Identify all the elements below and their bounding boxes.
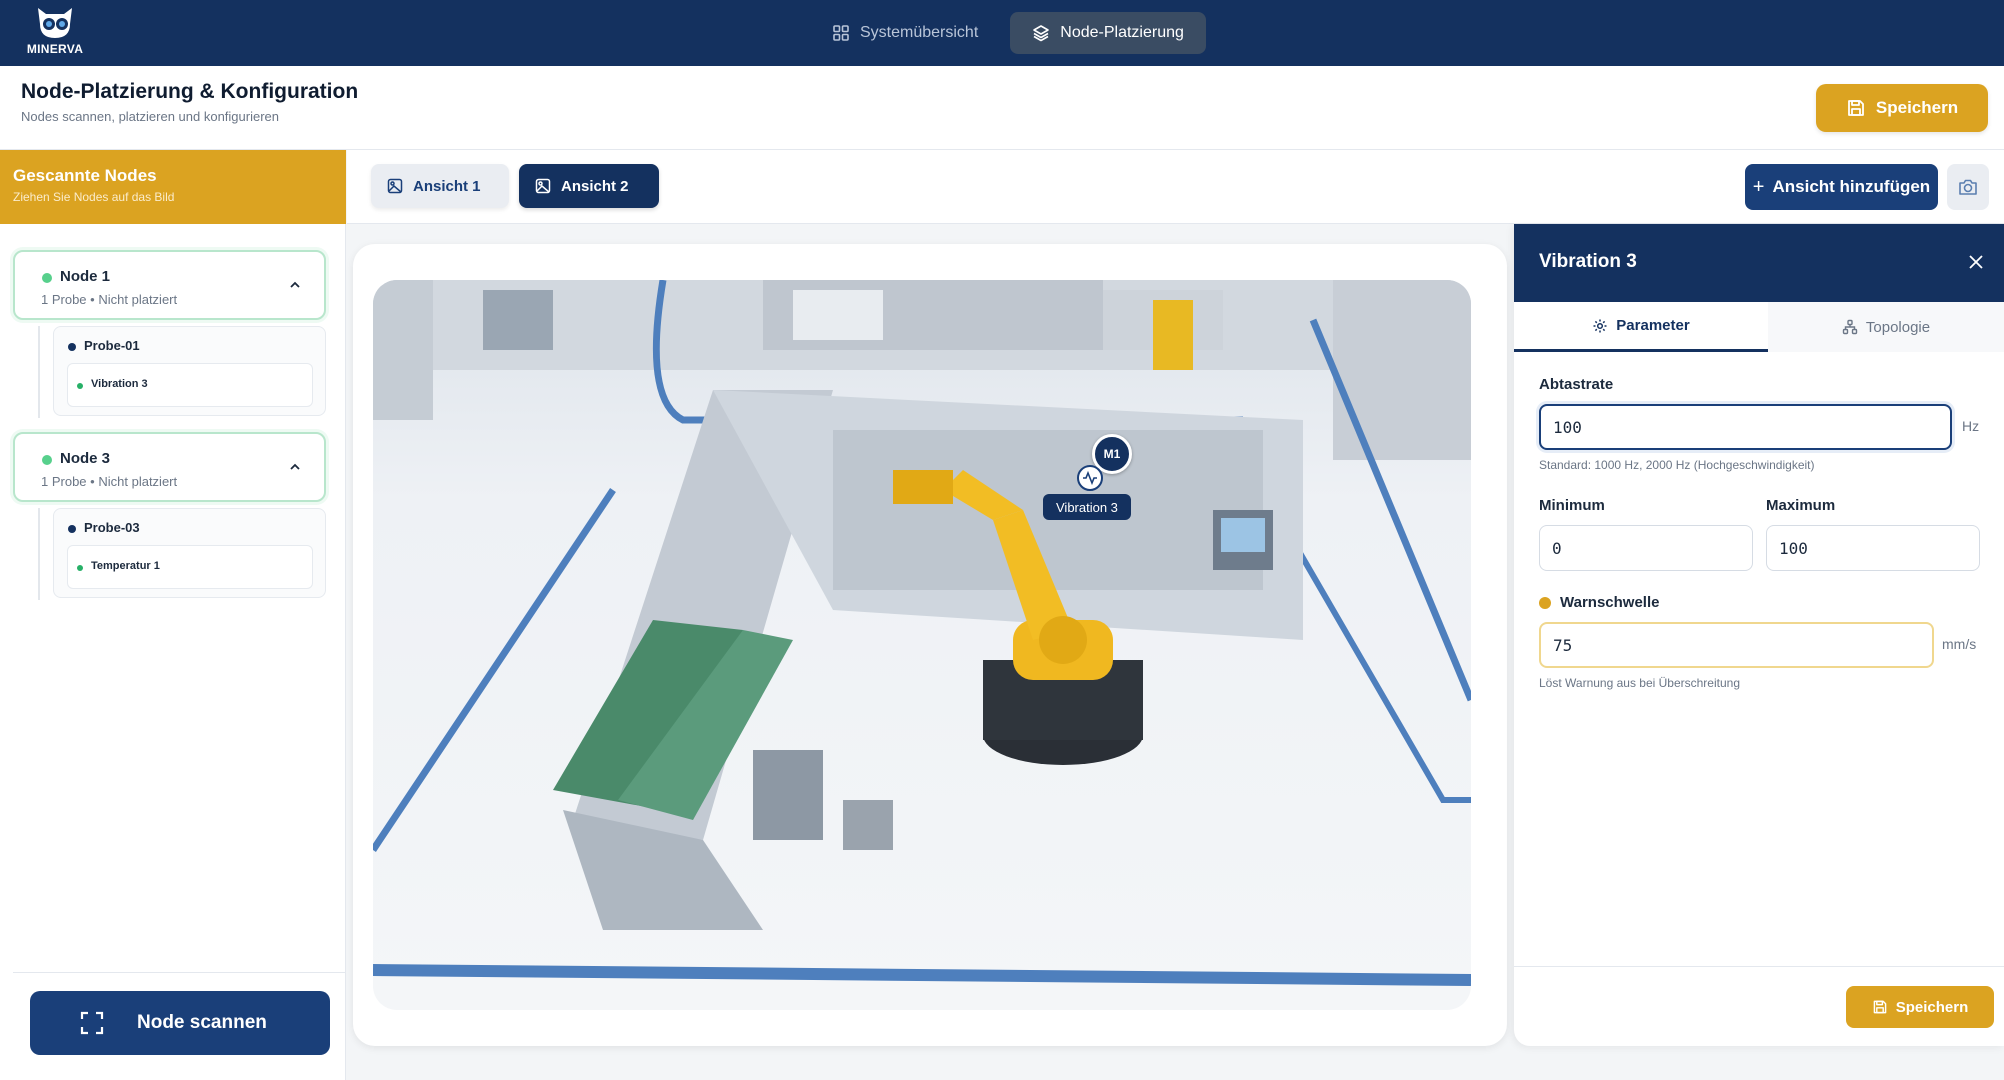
tab-label: Topologie [1865,318,1931,336]
plus-icon: + [1752,175,1765,198]
add-view-label: Ansicht hinzufügen [1772,177,1931,196]
node-meta: 1 Probe • Nicht platziert [41,292,178,307]
sensor-name: Vibration 3 [91,378,148,390]
sensor-chip[interactable]: Temperatur 1 [67,545,313,589]
sensor-name: Temperatur 1 [91,560,160,572]
view-tab-1[interactable]: Ansicht 1 [371,164,509,208]
save-button[interactable]: Speichern [1816,84,1988,132]
network-icon [1842,319,1858,335]
minimum-label: Minimum [1539,497,1605,514]
image-icon [387,178,403,194]
page-subtitle: Nodes scannen, platzieren und konfigurie… [21,109,280,124]
warning-threshold-unit: mm/s [1942,636,1977,652]
panel-save-button[interactable]: Speichern [1846,986,1994,1028]
tree-connector [38,508,40,600]
layers-icon [1033,25,1050,42]
sensor-dot [77,565,83,571]
scan-node-label: Node scannen [137,1012,267,1033]
sample-rate-label: Abtastrate [1539,376,1614,393]
gear-icon [1593,319,1607,332]
tree-connector [38,326,40,418]
panel-title: Vibration 3 [1539,251,1637,272]
sample-rate-unit: Hz [1962,418,1980,434]
scanned-nodes-sidebar: Gescannte Nodes Ziehen Sie Nodes auf das… [0,150,346,1080]
nav-tab-label: Node-Platzierung [1060,24,1184,41]
chevron-up-icon[interactable] [288,460,302,474]
view-tab-2[interactable]: Ansicht 2 [519,164,659,208]
node-meta: 1 Probe • Nicht platziert [41,474,178,489]
divider [13,972,346,973]
sample-rate-hint: Standard: 1000 Hz, 2000 Hz (Hochgeschwin… [1539,458,1815,472]
chevron-up-icon[interactable] [288,278,302,292]
tab-parameter[interactable]: Parameter [1514,302,1768,352]
brand-logo[interactable]: MINERVA [22,4,88,60]
top-navbar: MINERVA Systemübersicht Node-Platzierung [0,0,2004,66]
sensor-dot [77,383,83,389]
panel-header: Vibration 3 [1514,224,2004,302]
node-status-dot [42,273,52,283]
minimum-input[interactable]: 0 [1539,525,1753,571]
close-icon[interactable] [1966,252,1986,272]
sensor-config-panel: Vibration 3 Parameter Topologie Abtastra… [1514,224,2004,1046]
scan-node-button[interactable]: Node scannen [30,991,330,1055]
warning-dot [1539,597,1551,609]
nav-tab-system-overview[interactable]: Systemübersicht [810,12,1000,54]
probe-name: Probe-01 [84,338,140,353]
save-icon [1847,100,1864,116]
image-icon [535,178,551,194]
sidebar-subtitle: Ziehen Sie Nodes auf das Bild [13,190,175,204]
divider [1514,966,2004,967]
add-view-button[interactable]: + Ansicht hinzufügen [1745,164,1938,210]
view-tabs-bar: Ansicht 1 Ansicht 2 + Ansicht hinzufügen [347,150,2004,224]
maximum-label: Maximum [1766,497,1836,514]
tab-label: Parameter [1616,317,1690,334]
warning-threshold-input[interactable]: 75 [1539,622,1934,668]
probe-name: Probe-03 [84,520,140,535]
camera-button[interactable] [1947,164,1989,210]
save-icon [1873,1000,1887,1014]
panel-tabs: Parameter Topologie [1514,302,2004,352]
node-status-dot [42,455,52,465]
sample-rate-input[interactable]: 100 [1539,404,1952,450]
warning-threshold-hint: Löst Warnung aus bei Überschreitung [1539,676,1740,690]
tab-topology[interactable]: Topologie [1768,302,2004,352]
owl-logo-icon [38,8,72,38]
probe-dot [68,343,76,351]
panel-save-label: Speichern [1895,998,1969,1016]
nav-tab-label: Systemübersicht [860,24,979,41]
page-title: Node-Platzierung & Konfiguration [21,80,359,103]
warning-threshold-label: Warnschwelle [1560,594,1660,611]
main-nav: Systemübersicht Node-Platzierung [810,12,1206,54]
brand-name: MINERVA [26,42,84,56]
sensor-marker-label: Vibration 3 [1043,494,1131,520]
view-tab-label: Ansicht 1 [413,177,481,195]
probe-item[interactable]: Probe-01 Vibration 3 [53,326,326,416]
view-tab-label: Ansicht 2 [561,177,629,195]
factory-floor-image[interactable] [373,280,1471,1010]
node-name: Node 3 [60,450,111,467]
node-card[interactable]: Node 1 1 Probe • Nicht platziert [13,250,326,320]
grid-icon [833,25,849,41]
scan-icon [80,1011,104,1035]
sidebar-title: Gescannte Nodes [13,166,157,185]
maximum-input[interactable]: 100 [1766,525,1980,571]
page-header: Node-Platzierung & Konfiguration Nodes s… [0,66,2004,150]
factory-scene [373,280,1471,1010]
sensor-chip[interactable]: Vibration 3 [67,363,313,407]
nav-tab-node-placement[interactable]: Node-Platzierung [1010,12,1206,54]
node-card[interactable]: Node 3 1 Probe • Nicht platziert [13,432,326,502]
save-button-label: Speichern [1875,98,1959,117]
sidebar-header: Gescannte Nodes Ziehen Sie Nodes auf das… [0,150,346,224]
node-name: Node 1 [60,268,111,285]
sensor-marker[interactable] [1077,465,1103,491]
vibration-icon [1083,470,1097,486]
probe-item[interactable]: Probe-03 Temperatur 1 [53,508,326,598]
probe-dot [68,525,76,533]
camera-icon [1959,179,1977,195]
